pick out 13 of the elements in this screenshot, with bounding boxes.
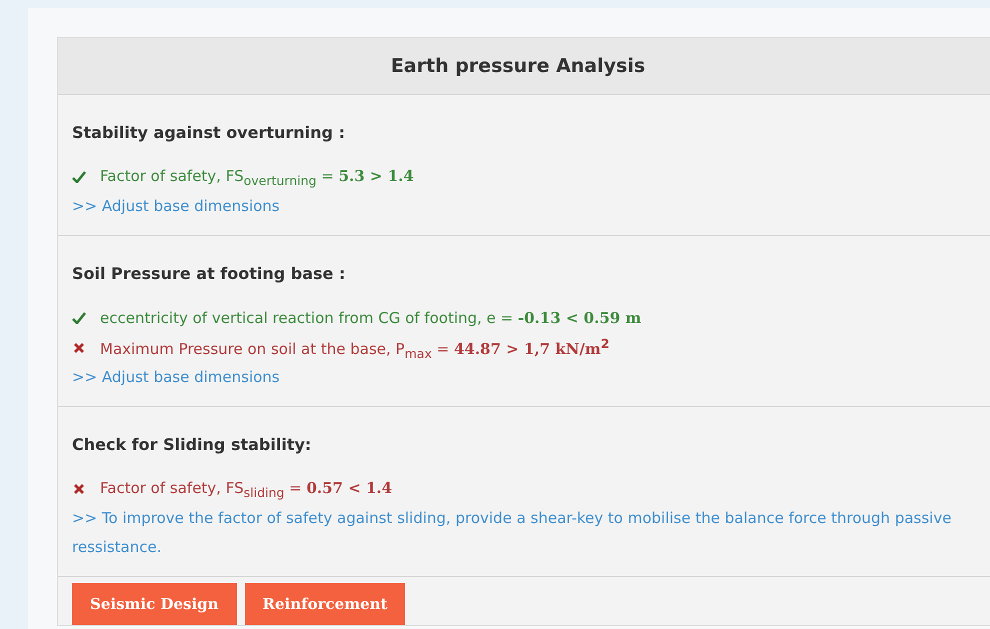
advice-link[interactable]: >> Adjust base dimensions <box>72 192 962 221</box>
nav-button[interactable]: Reinforcement <box>244 583 406 625</box>
section-heading: Check for Sliding stability: <box>72 435 312 454</box>
section-heading: Stability against overturning : <box>72 123 346 142</box>
nav-button[interactable]: Seismic Design <box>72 583 237 625</box>
check-result: Maximum Pressure on soil at the base, P$_{max}$ = 44.87 > 1,7 kN/m$^{2}$ <box>100 336 610 360</box>
panel-title: Earth pressure Analysis <box>390 55 646 77</box>
check-result: Factor of safety, FS$_{overturning}$ = 5.3 > 1.4 <box>100 166 414 188</box>
check-result: eccentricity of vertical reaction from CG of footing, e = -0.13 < 0.59 m <box>100 309 642 327</box>
section-heading: Soil Pressure at footing base : <box>72 264 346 283</box>
check-result: Factor of safety, FS$_{sliding}$ = 0.57 < 1.4 <box>100 478 392 500</box>
advice-link[interactable]: >> To improve the factor of safety against sliding, provide a shear-key to mobilise the balance force through passive ressistance. <box>72 504 962 562</box>
advice-link[interactable]: >> Adjust base dimensions <box>72 363 962 392</box>
